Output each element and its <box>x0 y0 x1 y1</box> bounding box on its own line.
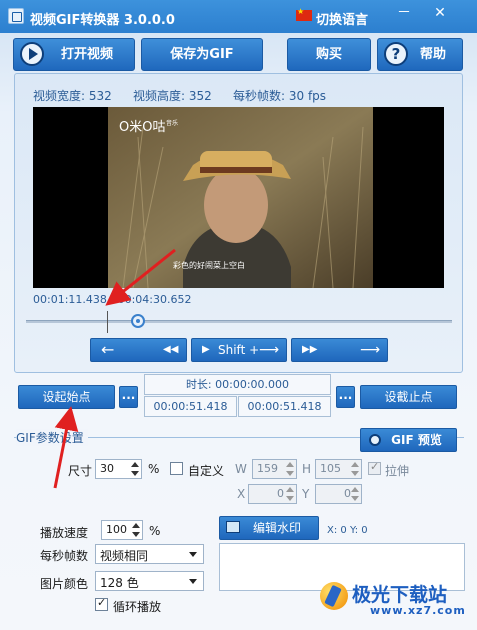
step-forward-button[interactable]: ▶▶ ⟶ <box>291 338 388 362</box>
fast-forward-icon: ▶▶ <box>302 344 318 355</box>
speed-label: 播放速度 <box>40 526 89 540</box>
seek-slider-track[interactable] <box>26 320 452 323</box>
height-spinner[interactable]: 105 <box>315 459 362 479</box>
playback-time: 00:01:11.438 / 00:04:30.652 <box>33 293 192 306</box>
spinner-arrows-icon[interactable] <box>350 486 360 502</box>
spinner-arrows-icon[interactable] <box>285 486 295 502</box>
fps-value: 视频相同 <box>100 549 149 563</box>
end-more-button[interactable]: ... <box>336 386 355 408</box>
spinner-arrows-icon[interactable] <box>350 461 360 477</box>
size-spinner[interactable]: 30 <box>95 459 142 479</box>
image-icon <box>226 521 240 533</box>
y-label: Y <box>302 487 310 501</box>
video-height-label: 视频高度: 352 <box>133 89 212 103</box>
x-spinner[interactable]: 0 <box>248 484 297 504</box>
dropdown-arrow-icon <box>189 552 197 557</box>
play-circle-icon <box>20 42 44 66</box>
w-label: W <box>235 462 247 476</box>
video-preview[interactable]: O米O咕 音乐 彩色的好闹菜上空白 <box>33 107 444 288</box>
fps-label: 每秒帧数 <box>40 549 89 563</box>
start-more-button[interactable]: ... <box>119 386 138 408</box>
buy-button[interactable]: 购买 <box>287 38 371 71</box>
window-title: 视频GIF转换器 3.0.0.0 <box>30 13 175 28</box>
china-flag-icon[interactable] <box>296 7 312 21</box>
size-label: 尺寸 <box>68 464 93 478</box>
width-spinner[interactable]: 159 <box>252 459 297 479</box>
gif-preview-button[interactable]: GIF 预览 <box>360 428 457 452</box>
height-value: 105 <box>320 462 341 475</box>
play-icon: ▶ <box>202 344 210 355</box>
spinner-arrows-icon[interactable] <box>130 461 140 477</box>
start-time-field[interactable]: 00:00:51.418 <box>144 396 237 417</box>
help-icon: ? <box>384 42 408 66</box>
x-value: 0 <box>277 487 284 500</box>
preview-icon <box>369 434 381 446</box>
video-subtitle: 彩色的好闹菜上空白 <box>173 260 245 270</box>
spinner-arrows-icon[interactable] <box>131 522 141 538</box>
color-select[interactable]: 128 色 <box>95 571 204 591</box>
loop-checkbox[interactable] <box>95 596 108 611</box>
channel-logo: O米O咕 <box>119 119 165 135</box>
gif-params-title: GIF参数设置 <box>16 429 88 446</box>
shift-play-button[interactable]: ▶ Shift + ⟶ <box>191 338 287 362</box>
site-logo: 极光下载站 www.xz7.com <box>320 580 470 622</box>
set-start-button[interactable]: 设起始点 <box>18 385 115 409</box>
logo-ball-icon <box>320 582 348 610</box>
shift-play-label: Shift + <box>218 343 260 357</box>
start-marker <box>106 311 108 333</box>
color-value: 128 色 <box>100 576 139 590</box>
stretch-checkbox[interactable] <box>368 460 381 475</box>
edit-watermark-label: 编辑水印 <box>252 521 301 535</box>
h-label: H <box>302 462 312 476</box>
help-button[interactable]: ? 帮助 <box>377 38 463 71</box>
channel-sub: 音乐 <box>166 119 178 127</box>
size-value: 30 <box>100 462 114 475</box>
video-frame-image: O米O咕 音乐 彩色的好闹菜上空白 <box>108 107 373 288</box>
step-back-button[interactable]: ← ◀◀ <box>90 338 187 362</box>
rewind-icon: ◀◀ <box>163 344 179 355</box>
gif-preview-label: GIF 预览 <box>391 433 442 447</box>
custom-size-checkbox[interactable] <box>170 462 183 475</box>
open-video-button[interactable]: 打开视频 <box>13 38 135 71</box>
y-spinner[interactable]: 0 <box>315 484 362 504</box>
save-gif-button[interactable]: 保存为GIF <box>141 38 263 71</box>
color-label: 图片颜色 <box>40 577 89 591</box>
stretch-label: 拉伸 <box>385 464 410 478</box>
minimize-icon[interactable]: － <box>390 3 418 23</box>
speed-spinner[interactable]: 100 <box>101 520 143 540</box>
dropdown-arrow-icon <box>189 579 197 584</box>
close-icon[interactable]: ✕ <box>426 3 454 23</box>
set-end-button[interactable]: 设截止点 <box>360 385 457 409</box>
video-fps-label: 每秒帧数: 30 fps <box>233 89 327 103</box>
arrow-right-icon: ⟶ <box>259 342 280 358</box>
speed-value: 100 <box>106 523 127 536</box>
width-value: 159 <box>257 462 278 475</box>
loop-label: 循环播放 <box>113 600 162 614</box>
title-bar: 视频GIF转换器 3.0.0.0 切换语言 － ✕ <box>0 0 477 33</box>
custom-size-label: 自定义 <box>188 464 225 478</box>
switch-language-button[interactable]: 切换语言 <box>316 9 368 28</box>
video-width-label: 视频宽度: 532 <box>33 89 112 103</box>
open-video-label: 打开视频 <box>60 47 113 62</box>
duration-display: 时长: 00:00:00.000 <box>144 374 331 395</box>
x-label: X <box>237 487 246 501</box>
edit-watermark-button[interactable]: 编辑水印 <box>219 516 319 540</box>
speed-percent: % <box>149 524 161 538</box>
size-percent: % <box>148 462 160 476</box>
watermark-coords: X: 0 Y: 0 <box>327 525 368 536</box>
end-time-field[interactable]: 00:00:51.418 <box>238 396 331 417</box>
app-icon <box>8 8 24 24</box>
arrow-left-icon: ← <box>101 340 115 359</box>
spinner-arrows-icon[interactable] <box>285 461 295 477</box>
logo-url: www.xz7.com <box>370 604 466 617</box>
arrow-right-icon-2: ⟶ <box>360 342 381 358</box>
logo-text: 极光下载站 <box>352 584 448 606</box>
fps-select[interactable]: 视频相同 <box>95 544 204 564</box>
